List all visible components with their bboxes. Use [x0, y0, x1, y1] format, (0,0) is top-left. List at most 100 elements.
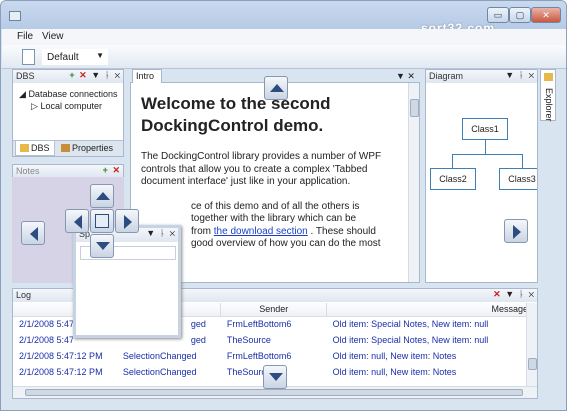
dock-left-guide[interactable]: [21, 221, 45, 245]
diagram-connector: [485, 140, 486, 154]
delete-icon[interactable]: ✕: [79, 70, 88, 80]
diagram-class2[interactable]: Class2: [430, 168, 476, 190]
explorer-label: Explorer: [544, 88, 554, 122]
layout-combobox-value: Default: [47, 52, 79, 63]
arrow-up-icon: [96, 192, 110, 200]
diagram-class1[interactable]: Class1: [462, 118, 508, 140]
log-cell-sender: FrmLeftBottom6: [226, 351, 292, 361]
diagram-connector: [452, 154, 453, 168]
tab-intro[interactable]: Intro: [132, 69, 162, 83]
db-tree: ◢ Database connections ▷ Local computer: [19, 88, 118, 112]
notes-panel-title: Notes: [16, 166, 40, 176]
column-message[interactable]: Message: [326, 303, 537, 317]
intro-scroll-thumb[interactable]: [410, 99, 419, 117]
diagram-panel-header: Diagram ▼ ᚿ ✕: [426, 70, 537, 83]
diagram-panel-title: Diagram: [429, 71, 464, 81]
tab-properties[interactable]: Properties: [57, 141, 117, 156]
log-hscroll-thumb[interactable]: [25, 389, 523, 396]
dock-top-guide[interactable]: [264, 76, 288, 100]
tree-node-local[interactable]: ▷ Local computer: [19, 100, 118, 112]
document-icon[interactable]: [22, 49, 35, 65]
folder-icon: [544, 73, 553, 81]
compass-top[interactable]: [90, 184, 114, 208]
close-icon[interactable]: ✕: [115, 70, 121, 80]
column-sender[interactable]: Sender: [220, 303, 328, 317]
intro-scrollbar[interactable]: [408, 83, 419, 282]
dropdown-icon[interactable]: ▼: [91, 70, 101, 80]
diagram-connector: [522, 154, 523, 168]
compass-bottom[interactable]: [90, 234, 114, 258]
title-bar[interactable]: sort32.com ▭ ▢ ✕: [1, 1, 566, 35]
diagram-connector: [452, 154, 522, 155]
arrow-right-icon: [124, 215, 132, 229]
dbs-panel: DBS + ✕ ▼ ᚿ ✕ ◢ Database connections ▷ L…: [12, 69, 124, 157]
tab-dbs[interactable]: DBS: [15, 141, 55, 156]
app-window: sort32.com ▭ ▢ ✕ File View Default ▼ DBS…: [0, 0, 567, 411]
log-cell-sender: TheSource: [226, 335, 271, 345]
close-icon[interactable]: ✕: [170, 228, 176, 238]
intro-paragraph-1: The DockingControl library provides a nu…: [141, 151, 382, 187]
diagram-class3[interactable]: Class3: [499, 168, 537, 190]
log-cell-time: 2/1/2008 5:47:12 PM: [19, 351, 103, 361]
close-icon[interactable]: ✕: [529, 289, 535, 299]
tree-node-root[interactable]: ◢ Database connections: [19, 88, 118, 100]
dropdown-icon[interactable]: ▼: [505, 289, 515, 299]
dock-bottom-guide[interactable]: [263, 365, 287, 389]
dbs-panel-header: DBS + ✕ ▼ ᚿ ✕: [13, 70, 123, 83]
pin-icon[interactable]: ᚿ: [519, 70, 525, 80]
download-section-link[interactable]: the download section: [214, 226, 308, 237]
app-icon: [9, 11, 21, 21]
log-cell-message: Old item: null, New item: Notes: [332, 367, 457, 377]
arrow-down-icon: [96, 242, 110, 250]
menu-file[interactable]: File: [17, 31, 33, 42]
db-icon: [20, 144, 29, 152]
arrow-up-icon: [270, 84, 284, 92]
dbs-tabs: DBS Properties: [13, 140, 123, 156]
delete-icon[interactable]: ✕: [493, 289, 502, 299]
dropdown-icon[interactable]: ▼: [146, 228, 156, 238]
properties-icon: [61, 144, 70, 152]
log-cell-sender: FrmLeftBottom6: [226, 319, 292, 330]
layout-combobox[interactable]: Default ▼: [42, 49, 108, 65]
maximize-button[interactable]: ▢: [509, 7, 531, 23]
toolbar: Default ▼: [2, 45, 566, 69]
log-cell-event: SelectionChanged: [122, 367, 197, 377]
tabbed-dock-icon: [95, 214, 109, 228]
explorer-side-tab[interactable]: Explorer: [540, 69, 556, 122]
dropdown-icon[interactable]: ▼: [505, 70, 515, 80]
diagram-panel: Diagram ▼ ᚿ ✕ Class1 Class2 Class3: [425, 69, 538, 283]
arrow-left-icon: [30, 227, 38, 241]
log-cell-time: 2/1/2008 5:47:12 PM: [19, 367, 103, 377]
dbs-panel-title: DBS: [16, 71, 35, 81]
dock-right-guide[interactable]: [504, 219, 528, 243]
pin-icon[interactable]: ᚿ: [519, 289, 525, 299]
log-vscroll-thumb[interactable]: [528, 358, 537, 370]
add-icon[interactable]: +: [103, 165, 109, 175]
arrow-left-icon: [74, 215, 82, 229]
close-icon[interactable]: ✕: [529, 70, 535, 80]
pin-icon[interactable]: ᚿ: [105, 70, 111, 80]
minimize-button[interactable]: ▭: [487, 7, 509, 23]
delete-icon[interactable]: ✕: [112, 165, 121, 175]
menu-view[interactable]: View: [42, 31, 64, 42]
collapse-icon[interactable]: ▷: [31, 101, 38, 111]
add-icon[interactable]: +: [69, 70, 75, 80]
arrow-down-icon: [269, 373, 283, 381]
compass-center[interactable]: [90, 209, 114, 233]
chevron-down-icon[interactable]: ▼: [96, 51, 104, 60]
compass-left[interactable]: [65, 209, 89, 233]
log-cell-message: Old item: Special Notes, New item: null: [332, 335, 489, 345]
table-row[interactable]: 2/1/2008 5:47:12 PM SelectionChanged Frm…: [13, 348, 537, 364]
log-vscrollbar[interactable]: [526, 303, 537, 386]
log-cell-message: Old item: Special Notes, New item: null: [332, 319, 489, 330]
intro-tab-controls[interactable]: ▼ ✕: [396, 71, 415, 82]
log-cell-event: SelectionChanged: [122, 351, 197, 361]
close-button[interactable]: ✕: [531, 7, 561, 23]
log-panel-title: Log: [16, 290, 32, 300]
compass-right[interactable]: [115, 209, 139, 233]
menu-bar: File View: [2, 29, 566, 45]
pin-icon[interactable]: ᚿ: [160, 228, 166, 238]
arrow-right-icon: [513, 225, 521, 239]
expand-icon[interactable]: ◢: [19, 89, 26, 99]
log-cell-message: Old item: null, New item: Notes: [332, 351, 457, 361]
